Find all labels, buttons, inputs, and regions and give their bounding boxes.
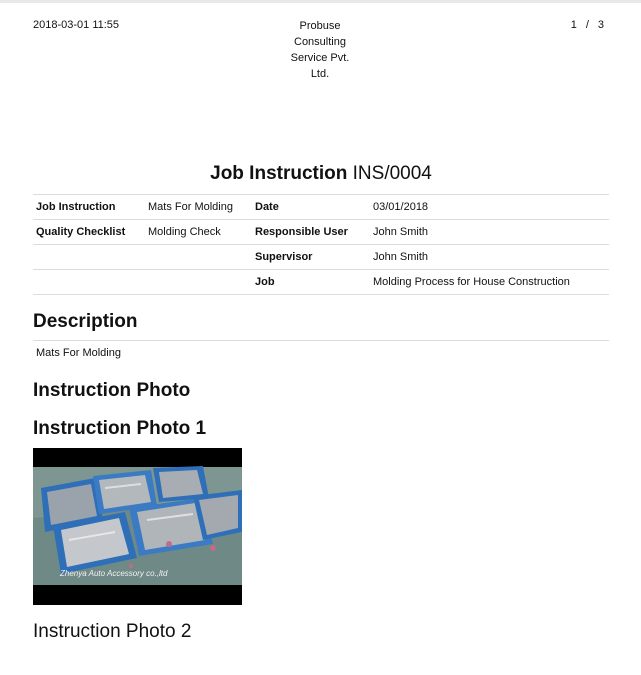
field-value bbox=[145, 269, 252, 295]
field-value: 03/01/2018 bbox=[370, 194, 609, 220]
field-value: John Smith bbox=[370, 244, 609, 270]
field-label: Supervisor bbox=[252, 244, 370, 270]
field-value: Mats For Molding bbox=[145, 194, 252, 220]
field-label: Job Instruction bbox=[33, 194, 145, 220]
description-heading: Description bbox=[33, 311, 138, 332]
page-total: 3 bbox=[597, 19, 604, 31]
description-divider bbox=[33, 340, 609, 341]
page-counter: 1 / 3 bbox=[540, 19, 604, 31]
field-value: Molding Check bbox=[145, 219, 252, 245]
company-name-line: Consulting bbox=[294, 36, 346, 48]
print-datetime: 2018-03-01 11:55 bbox=[33, 19, 120, 31]
company-name-line: Ltd. bbox=[310, 68, 330, 80]
table-row: Job Instruction Mats For Molding Date 03… bbox=[33, 194, 609, 220]
description-text: Mats For Molding bbox=[36, 347, 121, 359]
field-label bbox=[33, 244, 145, 270]
document-title: Job Instruction INS/0004 bbox=[33, 163, 609, 185]
page-top-edge bbox=[0, 0, 641, 3]
instruction-photo-heading: Instruction Photo bbox=[33, 380, 191, 401]
instruction-photo-1-heading: Instruction Photo 1 bbox=[33, 418, 207, 439]
company-name-line: Probuse bbox=[299, 20, 341, 32]
field-label: Quality Checklist bbox=[33, 219, 145, 245]
company-name-line: Service Pvt. bbox=[290, 52, 350, 64]
molding-photo-image bbox=[33, 448, 242, 605]
document-title-label: Job Instruction bbox=[210, 163, 348, 184]
instruction-photo-2-heading: Instruction Photo 2 bbox=[33, 621, 192, 642]
table-row: Supervisor John Smith bbox=[33, 244, 609, 270]
field-value: Molding Process for House Construction bbox=[370, 269, 609, 295]
page-current: 1 bbox=[570, 19, 577, 31]
field-label: Job bbox=[252, 269, 370, 295]
table-row: Quality Checklist Molding Check Responsi… bbox=[33, 219, 609, 245]
company-name: Probuse Consulting Service Pvt. Ltd. bbox=[270, 18, 370, 82]
instruction-photo-1 bbox=[33, 448, 242, 605]
job-info-table: Job Instruction Mats For Molding Date 03… bbox=[33, 194, 609, 295]
field-value bbox=[145, 244, 252, 270]
field-label bbox=[33, 269, 145, 295]
photo-watermark-caption: Zhenya Auto Accessory co.,ltd bbox=[60, 569, 168, 578]
field-label: Responsible User bbox=[252, 219, 370, 245]
document-number: INS/0004 bbox=[352, 163, 432, 184]
table-row: Job Molding Process for House Constructi… bbox=[33, 269, 609, 295]
page-separator: / bbox=[585, 19, 589, 31]
field-value: John Smith bbox=[370, 219, 609, 245]
field-label: Date bbox=[252, 194, 370, 220]
